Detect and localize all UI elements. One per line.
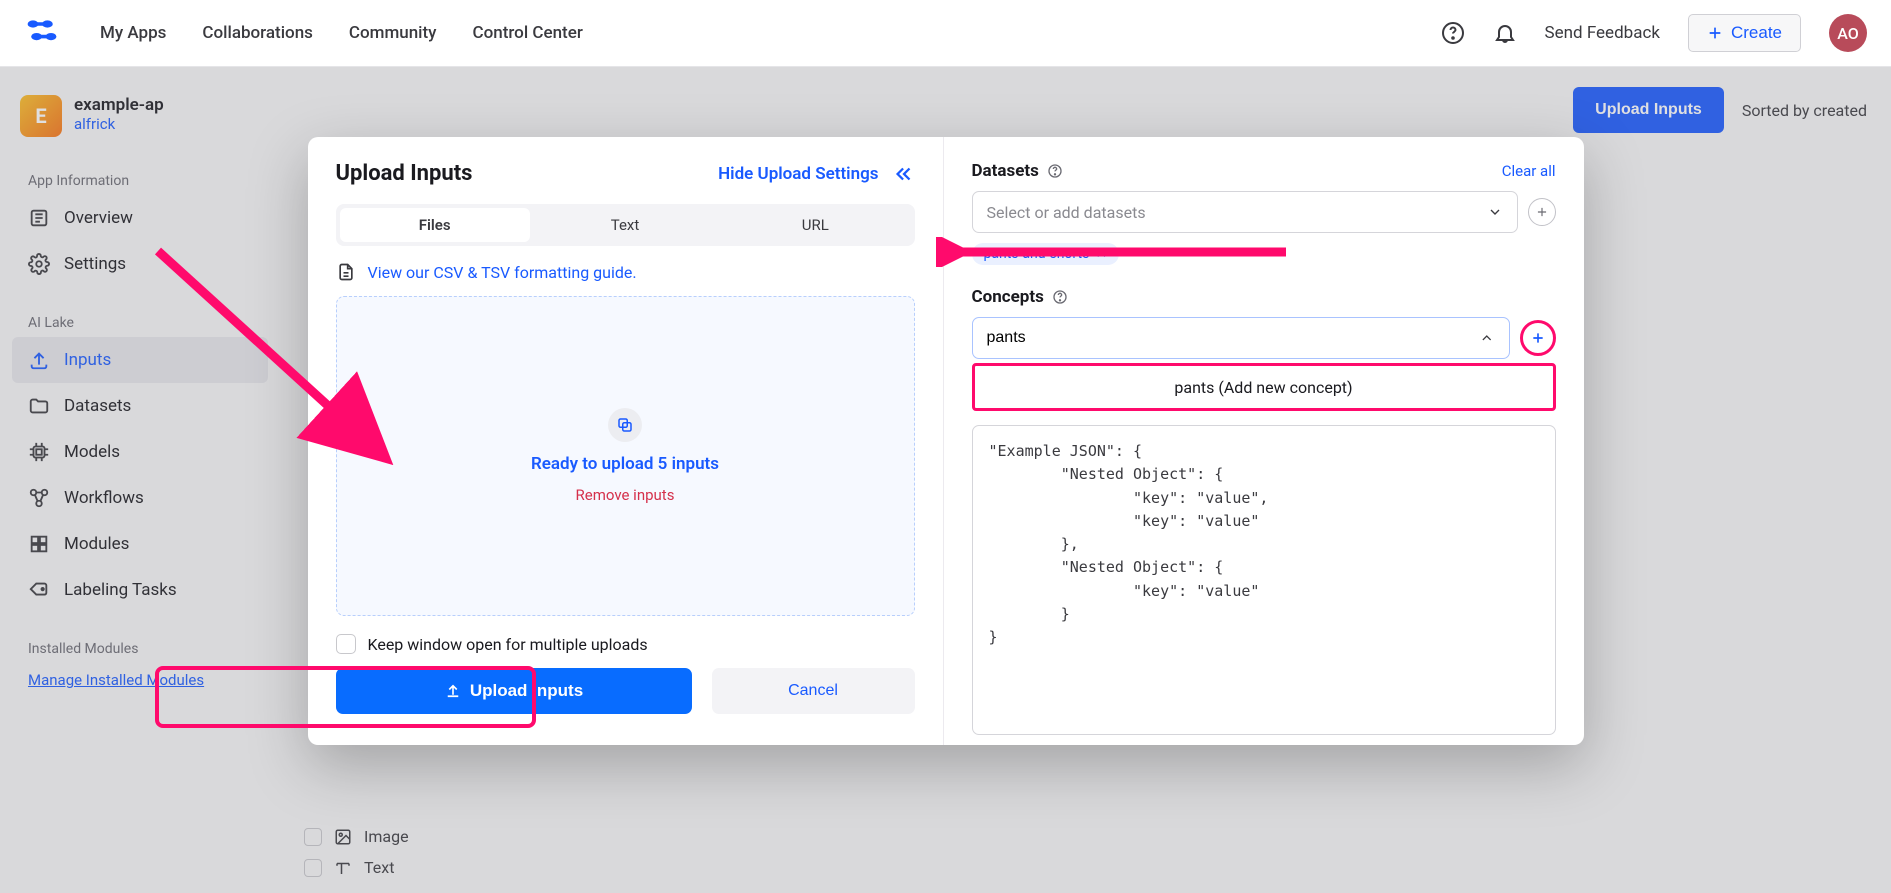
sidebar-item-label: Inputs: [64, 350, 111, 370]
concepts-input[interactable]: [987, 329, 1479, 347]
sidebar-item-label: Datasets: [64, 396, 131, 416]
datasets-section-title: Datasets: [972, 161, 1063, 181]
upload-button-label: Upload inputs: [470, 681, 583, 701]
sidebar-item-label: Labeling Tasks: [64, 580, 177, 600]
sidebar-item-labeling-tasks[interactable]: Labeling Tasks: [12, 567, 268, 613]
sidebar-item-overview[interactable]: Overview: [12, 195, 268, 241]
upload-inputs-submit-button[interactable]: Upload inputs: [336, 668, 692, 714]
avatar[interactable]: AO: [1829, 14, 1867, 52]
tab-files[interactable]: Files: [340, 208, 530, 242]
concepts-input-wrapper[interactable]: [972, 317, 1510, 359]
copy-icon: [608, 408, 642, 442]
file-icon: [336, 262, 356, 282]
dropzone[interactable]: Ready to upload 5 inputs Remove inputs: [336, 296, 915, 616]
keep-open-checkbox[interactable]: [336, 634, 356, 654]
nav-community[interactable]: Community: [349, 23, 437, 43]
add-dataset-button[interactable]: [1528, 198, 1556, 226]
sidebar-item-modules[interactable]: Modules: [12, 521, 268, 567]
dataset-chip: pants-and-shorts ✕: [972, 243, 1120, 265]
metadata-json-box[interactable]: "Example JSON": { "Nested Object": { "ke…: [972, 425, 1556, 735]
add-concept-button[interactable]: [1520, 320, 1556, 356]
filter-label: Image: [364, 827, 409, 846]
ready-to-upload-text: Ready to upload 5 inputs: [531, 454, 719, 474]
chevron-down-icon: [1487, 204, 1503, 220]
sidebar-item-label: Modules: [64, 534, 129, 554]
tab-url[interactable]: URL: [720, 208, 910, 242]
chip-label: pants-and-shorts: [984, 246, 1090, 262]
sidebar-item-label: Models: [64, 442, 120, 462]
app-user-link[interactable]: alfrick: [74, 115, 164, 133]
cancel-button[interactable]: Cancel: [712, 668, 915, 714]
app-name: example-ap: [74, 95, 164, 115]
send-feedback-link[interactable]: Send Feedback: [1545, 23, 1660, 43]
info-icon[interactable]: [1052, 289, 1068, 305]
filter-panel: Image Text: [290, 821, 560, 883]
upload-icon: [444, 682, 462, 700]
manage-installed-modules-link[interactable]: Manage Installed Modules: [12, 663, 268, 697]
sidebar-section-app-info: App Information: [12, 167, 268, 195]
sidebar-item-label: Workflows: [64, 488, 144, 508]
info-icon[interactable]: [1047, 163, 1063, 179]
sort-label[interactable]: Sorted by created: [1742, 101, 1867, 120]
text-icon: [334, 859, 352, 877]
filter-row-image[interactable]: Image: [290, 821, 560, 852]
chip-remove-icon[interactable]: ✕: [1095, 246, 1107, 262]
hide-label: Hide Upload Settings: [718, 164, 878, 184]
keep-open-label: Keep window open for multiple uploads: [368, 635, 648, 654]
hide-upload-settings-toggle[interactable]: Hide Upload Settings: [718, 163, 914, 185]
csv-formatting-guide-link[interactable]: View our CSV & TSV formatting guide.: [368, 263, 637, 282]
sidebar-item-workflows[interactable]: Workflows: [12, 475, 268, 521]
concept-dropdown-option[interactable]: pants (Add new concept): [972, 363, 1556, 411]
modal-title: Upload Inputs: [336, 161, 473, 186]
upload-inputs-button[interactable]: Upload Inputs: [1573, 87, 1724, 133]
datasets-placeholder: Select or add datasets: [987, 203, 1146, 222]
checkbox-icon[interactable]: [304, 859, 322, 877]
sidebar-item-datasets[interactable]: Datasets: [12, 383, 268, 429]
nav-control-center[interactable]: Control Center: [473, 23, 583, 43]
clear-all-link[interactable]: Clear all: [1502, 162, 1556, 180]
app-icon: E: [20, 95, 62, 137]
filter-row-text[interactable]: Text: [290, 852, 560, 883]
sidebar-item-models[interactable]: Models: [12, 429, 268, 475]
datasets-select[interactable]: Select or add datasets: [972, 191, 1518, 233]
chevron-up-icon: [1479, 330, 1495, 346]
sidebar-item-label: Overview: [64, 208, 133, 228]
nav-collaborations[interactable]: Collaborations: [202, 23, 313, 43]
create-button-label: Create: [1731, 23, 1782, 43]
sidebar-item-inputs[interactable]: Inputs: [12, 337, 268, 383]
checkbox-icon[interactable]: [304, 828, 322, 846]
upload-tabs: Files Text URL: [336, 204, 915, 246]
top-nav: My Apps Collaborations Community Control…: [0, 0, 1891, 67]
filter-label: Text: [364, 858, 394, 877]
concepts-section-title: Concepts: [972, 287, 1556, 307]
upload-inputs-modal: Upload Inputs Hide Upload Settings Files…: [308, 137, 1584, 745]
nav-my-apps[interactable]: My Apps: [100, 23, 166, 43]
sidebar-item-settings[interactable]: Settings: [12, 241, 268, 287]
logo[interactable]: [24, 15, 60, 51]
sidebar-section-ai-lake: AI Lake: [12, 309, 268, 337]
remove-inputs-link[interactable]: Remove inputs: [576, 486, 675, 504]
sidebar: E example-ap alfrick App Information Ove…: [0, 67, 280, 893]
help-icon[interactable]: [1441, 21, 1465, 45]
image-icon: [334, 828, 352, 846]
sidebar-section-installed: Installed Modules: [12, 635, 268, 663]
create-button[interactable]: Create: [1688, 14, 1801, 52]
bell-icon[interactable]: [1493, 21, 1517, 45]
chevron-double-left-icon: [893, 163, 915, 185]
tab-text[interactable]: Text: [530, 208, 720, 242]
sidebar-item-label: Settings: [64, 254, 126, 274]
